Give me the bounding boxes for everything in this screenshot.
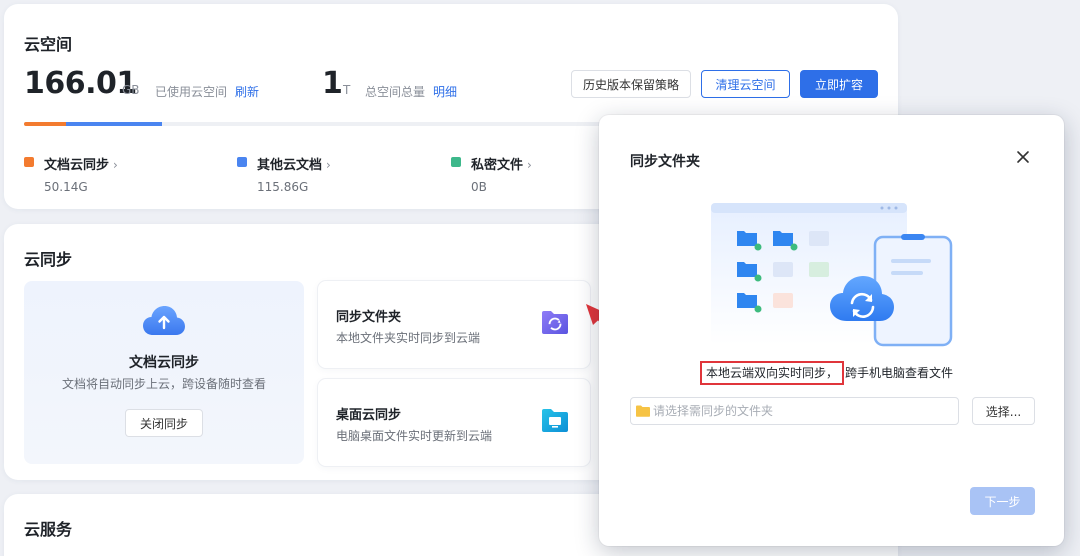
doc-cloud-sync-description: 文档将自动同步上云，跨设备随时查看 [61,377,266,391]
detail-link[interactable]: 明细 [433,83,457,100]
expand-now-button[interactable]: 立即扩容 [800,70,878,98]
desktop-sync-description: 电脑桌面文件实时更新到云端 [336,429,493,443]
chevron-right-icon: › [326,158,331,172]
legend-color-dot [24,157,34,167]
usage-bar-other-docs [65,122,163,126]
total-space-label: 总空间总量 [365,85,426,99]
legend-label: 文档云同步 [44,158,110,173]
sync-folder-icon [542,311,568,334]
total-space-unit: T [343,83,351,97]
used-space-label: 已使用云空间 [155,85,228,99]
desktop-sync-icon [542,409,568,432]
doc-cloud-sync-panel: 文档云同步 文档将自动同步上云，跨设备随时查看 关闭同步 [24,281,304,464]
legend-value: 0B [471,180,487,194]
legend-label: 私密文件 [471,158,524,173]
sync-folder-card[interactable]: 同步文件夹 本地文件夹实时同步到云端 [318,281,590,368]
legend-value: 50.14G [44,180,88,194]
legend-label-wrap: 文档云同步 › [44,154,118,173]
folder-path-input[interactable] [653,398,953,424]
legend-color-dot [237,157,247,167]
cloud-upload-icon [143,306,185,335]
dialog-title: 同步文件夹 [630,154,700,170]
legend-label-wrap: 私密文件 › [471,154,532,173]
legend-value: 115.86G [257,180,309,194]
legend-label-wrap: 其他云文档 › [257,154,331,173]
clean-cloud-space-button[interactable]: 清理云空间 [701,70,790,98]
sync-folder-dialog: 同步文件夹 本地云端双向实时同步， 跨手机电脑查看文件 请选择需同步的文件夹 选… [599,115,1064,546]
sync-folder-title: 同步文件夹 [336,310,402,325]
caption-highlight: 本地云端双向实时同步， [700,361,845,385]
close-sync-button[interactable]: 关闭同步 [125,409,203,437]
legend-color-dot [451,157,461,167]
next-step-button[interactable]: 下一步 [970,487,1035,515]
sync-folder-description: 本地文件夹实时同步到云端 [336,331,481,345]
used-space-value: 166.01 [24,66,137,101]
caption-rest: 跨手机电脑查看文件 [845,366,954,380]
usage-bar-doc-sync [24,122,66,126]
total-space-value: 1 [322,66,343,101]
folder-icon [636,405,650,417]
close-icon[interactable] [1013,147,1033,167]
cloud-service-title: 云服务 [24,520,73,539]
cloud-sync-title: 云同步 [24,250,73,269]
sync-illustration [711,203,953,347]
chevron-right-icon: › [527,158,532,172]
refresh-link[interactable]: 刷新 [235,83,259,100]
folder-input-box[interactable] [630,397,959,425]
history-version-policy-button[interactable]: 历史版本保留策略 [571,70,691,98]
doc-cloud-sync-title: 文档云同步 [129,355,199,371]
chevron-right-icon: › [113,158,118,172]
used-space-unit: GB [122,83,140,97]
legend-label: 其他云文档 [257,158,323,173]
desktop-sync-title: 桌面云同步 [336,408,402,423]
dialog-caption: 本地云端双向实时同步， 跨手机电脑查看文件 [599,361,1064,385]
storage-title: 云空间 [24,35,73,54]
choose-folder-button[interactable]: 选择... [972,397,1035,425]
desktop-sync-card[interactable]: 桌面云同步 电脑桌面文件实时更新到云端 [318,379,590,466]
